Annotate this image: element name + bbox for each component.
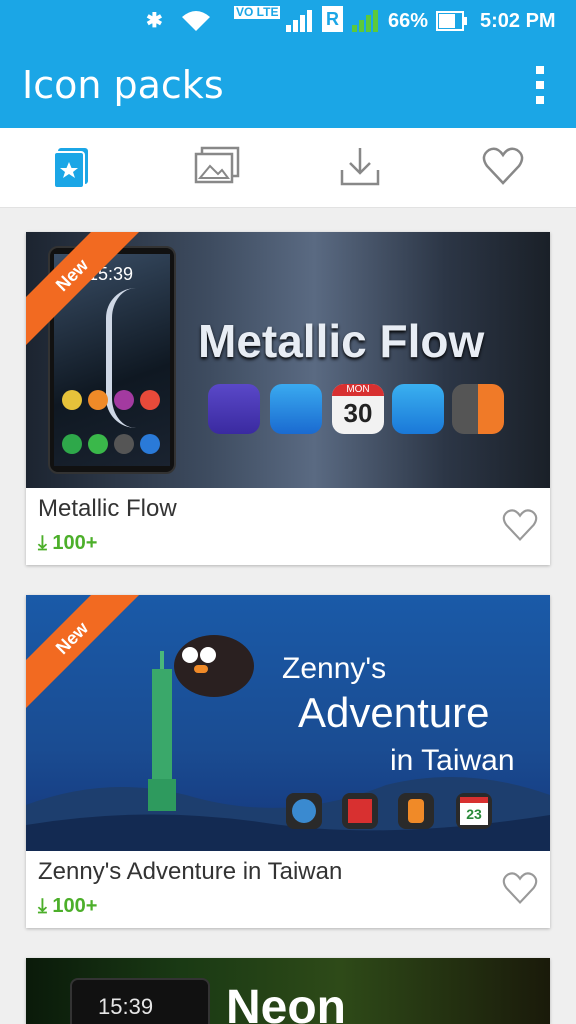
- tab-wallpapers[interactable]: [184, 138, 248, 198]
- theme-banner[interactable]: 15:39 Metallic Flow MON 30 New: [26, 232, 550, 488]
- bluetooth-icon: ✱: [146, 10, 163, 32]
- card-app-icon: [342, 793, 378, 829]
- card-title: Metallic Flow: [38, 495, 177, 522]
- app-bar: Icon packs: [0, 42, 576, 128]
- roaming-badge: R: [322, 6, 343, 32]
- banner-title: Neon: [226, 981, 346, 1024]
- battery-icon: [436, 11, 467, 31]
- tab-downloads[interactable]: [328, 138, 392, 198]
- wallpaper-icon: [194, 146, 240, 184]
- theme-card[interactable]: Zenny's Adventure in Taiwan 23 New Zenny…: [26, 595, 550, 928]
- favorite-heart-icon[interactable]: [502, 871, 538, 905]
- icon-pack-icon: [53, 148, 88, 189]
- clock: 5:02 PM: [480, 10, 556, 32]
- banner-title: Metallic Flow: [198, 315, 485, 367]
- volte-badge: VO LTE: [234, 5, 281, 19]
- banner-title-line3: in Taiwan: [390, 744, 515, 777]
- download-count: ⤓ 100+: [38, 895, 98, 917]
- favorite-heart-icon[interactable]: [502, 508, 538, 542]
- tab-bar: [0, 128, 576, 208]
- page-title: Icon packs: [22, 63, 224, 107]
- new-badge: New: [26, 595, 148, 714]
- zenny-character: [174, 635, 254, 697]
- calendar-app-icon: 23: [456, 793, 492, 829]
- banner-title-line2: Adventure: [298, 689, 490, 736]
- heart-icon: [482, 147, 524, 185]
- signal-roaming-icon: [352, 10, 378, 32]
- phone-preview: 15:39: [70, 978, 210, 1024]
- theme-card[interactable]: 15:39 Neon: [26, 958, 550, 1024]
- speaker-app-icon: [398, 793, 434, 829]
- status-bar: ✱ VO LTE R 66% 5:02 PM: [0, 0, 576, 42]
- tab-favorites[interactable]: [472, 138, 536, 198]
- calendar-app-icon: MON 30: [332, 384, 384, 434]
- mail-app-icon: [392, 384, 444, 434]
- overflow-menu-icon[interactable]: [526, 64, 554, 106]
- theme-card[interactable]: 15:39 Metallic Flow MON 30 New Metallic …: [26, 232, 550, 565]
- calculator-app-icon: [452, 384, 504, 434]
- banner-title-line1: Zenny's: [282, 652, 387, 685]
- wifi-icon: [182, 11, 210, 31]
- theme-banner[interactable]: Zenny's Adventure in Taiwan 23 New: [26, 595, 550, 851]
- download-count: ⤓ 100+: [38, 532, 98, 554]
- globe-app-icon: [286, 793, 322, 829]
- tab-icon-packs[interactable]: [40, 138, 104, 198]
- download-icon: [340, 148, 380, 186]
- card-title: Zenny's Adventure in Taiwan: [38, 858, 343, 885]
- download-small-icon: ⤓: [38, 895, 47, 917]
- phone-clock: 15:39: [98, 994, 154, 1019]
- theme-banner[interactable]: 15:39 Neon: [26, 958, 550, 1024]
- download-small-icon: ⤓: [38, 532, 47, 554]
- download-app-icon: [270, 384, 322, 434]
- equalizer-app-icon: [208, 384, 260, 434]
- battery-percent: 66%: [388, 10, 429, 32]
- signal-icon: [286, 10, 312, 32]
